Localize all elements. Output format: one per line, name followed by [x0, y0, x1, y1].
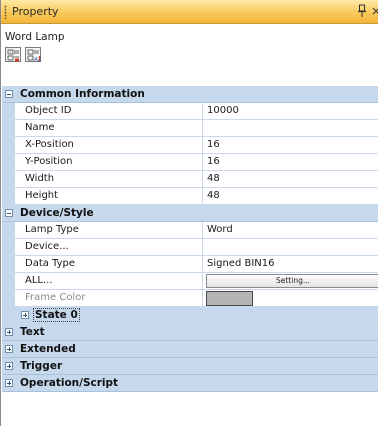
property-row-name[interactable]: Name: [2, 120, 378, 137]
frame-color-swatch[interactable]: [206, 291, 253, 306]
property-row-all[interactable]: ALL... Setting...: [2, 273, 378, 290]
property-row-height[interactable]: Height 48: [2, 188, 378, 205]
category-trigger[interactable]: Trigger: [2, 358, 378, 375]
category-common-information[interactable]: Common Information: [2, 86, 378, 103]
property-value[interactable]: 10000: [204, 103, 378, 119]
collapse-icon[interactable]: [5, 90, 13, 98]
property-panel: Property × Word Lamp AZ Common Informati…: [0, 0, 378, 426]
property-row-y-position[interactable]: Y-Position 16: [2, 154, 378, 171]
property-row-device[interactable]: Device...: [2, 239, 378, 256]
expand-icon[interactable]: [21, 311, 29, 319]
property-name: Y-Position: [19, 154, 203, 170]
property-value[interactable]: 48: [204, 171, 378, 187]
setting-button[interactable]: Setting...: [206, 274, 378, 288]
svg-text:AZ: AZ: [34, 57, 41, 62]
property-value[interactable]: 16: [204, 137, 378, 153]
property-name: Lamp Type: [19, 222, 203, 238]
alphabetical-icon: AZ: [27, 49, 41, 62]
panel-title-bar[interactable]: Property ×: [1, 0, 378, 24]
expand-icon[interactable]: [5, 345, 13, 353]
row-gutter: [2, 290, 15, 306]
property-grid: Common Information Object ID 10000 Name …: [2, 86, 378, 392]
property-value[interactable]: Word: [204, 222, 378, 238]
row-gutter: [2, 120, 15, 136]
expand-icon[interactable]: [5, 328, 13, 336]
pin-icon[interactable]: [357, 4, 367, 18]
subcategory-label: State 0: [33, 308, 80, 322]
categorized-icon: [7, 49, 19, 62]
property-row-data-type[interactable]: Data Type Signed BIN16: [2, 256, 378, 273]
category-device-style[interactable]: Device/Style: [2, 205, 378, 222]
property-value[interactable]: [204, 239, 378, 255]
property-row-object-id[interactable]: Object ID 10000: [2, 103, 378, 120]
subcategory-state-0[interactable]: State 0: [2, 307, 378, 324]
row-gutter: [2, 256, 15, 272]
property-name: Object ID: [19, 103, 203, 119]
property-row-width[interactable]: Width 48: [2, 171, 378, 188]
row-gutter: [2, 171, 15, 187]
panel-title: Property: [12, 5, 59, 18]
property-name: Device...: [19, 239, 203, 255]
property-name: X-Position: [19, 137, 203, 153]
drag-grip-icon[interactable]: [4, 5, 7, 19]
category-extended[interactable]: Extended: [2, 341, 378, 358]
category-label: Trigger: [20, 360, 63, 372]
collapse-icon[interactable]: [5, 209, 13, 217]
property-name: Width: [19, 171, 203, 187]
alphabetical-view-button[interactable]: AZ: [25, 47, 41, 62]
property-value[interactable]: 16: [204, 154, 378, 170]
category-operation-script[interactable]: Operation/Script: [2, 375, 378, 392]
property-name: Name: [19, 120, 203, 136]
categorized-view-button[interactable]: [5, 47, 21, 62]
expand-icon[interactable]: [5, 362, 13, 370]
property-row-lamp-type[interactable]: Lamp Type Word: [2, 222, 378, 239]
property-name: Frame Color: [19, 290, 203, 306]
category-label: Extended: [20, 343, 76, 355]
property-value[interactable]: 48: [204, 188, 378, 204]
close-icon[interactable]: ×: [371, 3, 378, 19]
property-value[interactable]: [204, 120, 378, 136]
property-name: Data Type: [19, 256, 203, 272]
row-gutter: [2, 154, 15, 170]
row-gutter: [2, 103, 15, 119]
property-name: ALL...: [19, 273, 203, 289]
row-gutter: [2, 273, 15, 289]
row-gutter: [2, 239, 15, 255]
selected-object-name: Word Lamp: [5, 31, 65, 43]
category-label: Common Information: [20, 88, 145, 100]
category-text[interactable]: Text: [2, 324, 378, 341]
expand-icon[interactable]: [5, 379, 13, 387]
category-label: Text: [20, 326, 45, 338]
category-label: Operation/Script: [20, 377, 119, 389]
category-label: Device/Style: [20, 207, 94, 219]
row-gutter: [2, 137, 15, 153]
property-name: Height: [19, 188, 203, 204]
property-value[interactable]: Signed BIN16: [204, 256, 378, 272]
property-row-x-position[interactable]: X-Position 16: [2, 137, 378, 154]
property-row-frame-color[interactable]: Frame Color: [2, 290, 378, 307]
row-gutter: [2, 222, 15, 238]
row-gutter: [2, 188, 15, 204]
